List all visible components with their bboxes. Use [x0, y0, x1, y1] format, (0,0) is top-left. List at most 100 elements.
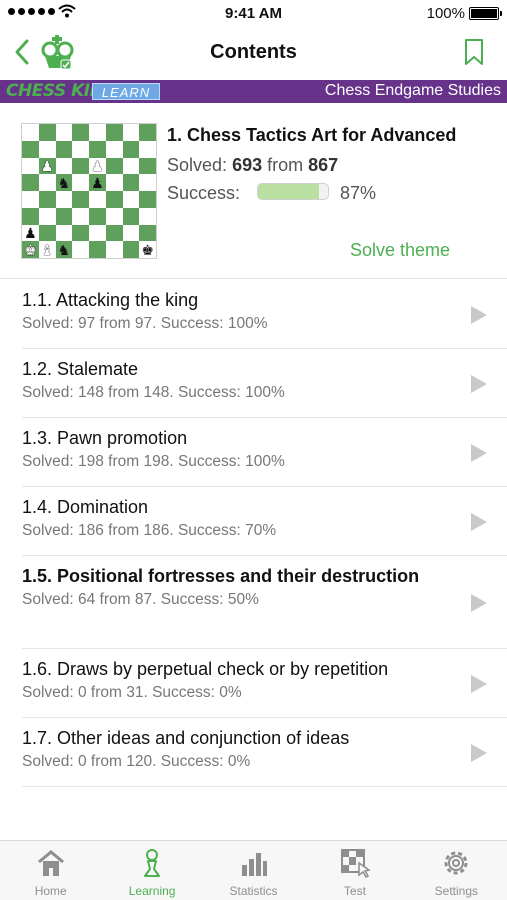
lesson-stats: Solved: 64 from 87. Success: 50%	[22, 591, 259, 608]
board-square	[38, 174, 56, 191]
board-square	[89, 207, 106, 225]
board-square	[55, 124, 73, 141]
play-arrow-icon	[471, 305, 487, 324]
play-arrow-icon	[471, 674, 487, 693]
tab-settings[interactable]: Settings	[406, 841, 507, 900]
battery-icon	[469, 7, 502, 20]
statistics-icon	[238, 847, 270, 879]
total-count: 867	[308, 155, 339, 175]
play-arrow-icon	[471, 443, 487, 462]
lesson-list: 1.1. Attacking the king Solved: 97 from 9…	[0, 280, 507, 787]
list-item[interactable]: 1.3. Pawn promotion Solved: 198 from 198.…	[22, 418, 507, 487]
board-square	[38, 224, 56, 242]
white-pawn-piece: ♟	[91, 157, 104, 174]
tab-home[interactable]: Home	[0, 841, 101, 900]
lesson-title: 1.1. Attacking the king	[22, 290, 199, 310]
board-square	[72, 207, 89, 225]
board-square	[55, 207, 73, 225]
tab-statistics[interactable]: Statistics	[203, 841, 304, 900]
board-square	[72, 241, 89, 258]
black-pawn-piece: ♟	[24, 224, 37, 241]
theme-title: 1. Chess Tactics Art for Advanced	[167, 125, 457, 145]
list-item[interactable]: 1.5. Positional fortresses and their des…	[22, 556, 507, 649]
tab-learning[interactable]: Learning	[101, 841, 202, 900]
board-square	[22, 124, 39, 141]
board-square	[122, 157, 140, 175]
white-bishop-piece: ♝	[40, 241, 54, 258]
lesson-stats: Solved: 186 from 186. Success: 70%	[22, 522, 277, 539]
test-icon	[339, 847, 371, 879]
list-item[interactable]: 1.7. Other ideas and conjunction of idea…	[22, 718, 507, 787]
board-square: ♞	[55, 174, 73, 191]
gear-icon	[440, 847, 472, 879]
board-square	[122, 174, 140, 191]
board-square	[122, 140, 140, 158]
lesson-stats: Solved: 97 from 97. Success: 100%	[22, 315, 268, 332]
success-percent: 87%	[340, 183, 377, 203]
board-square	[38, 124, 56, 141]
board-square: ♚	[22, 241, 39, 258]
board-square	[89, 124, 106, 141]
tab-label: Home	[34, 884, 67, 898]
board-square	[38, 207, 56, 225]
lesson-stats: Solved: 198 from 198. Success: 100%	[22, 453, 285, 470]
board-square	[38, 191, 56, 208]
board-square: ♟	[89, 174, 106, 191]
course-subtitle: Chess Endgame Studies	[324, 82, 501, 99]
theme-solved-stat: Solved: 693 from 867	[167, 155, 338, 176]
tab-bar: Home Learning Statistics Test Settings	[0, 840, 507, 900]
board-square	[22, 174, 39, 191]
lesson-stats: Solved: 148 from 148. Success: 100%	[22, 384, 285, 401]
board-square	[122, 207, 140, 225]
lesson-title: 1.3. Pawn promotion	[22, 428, 188, 448]
board-square	[72, 124, 89, 141]
board-square	[22, 157, 39, 175]
board-square	[22, 140, 39, 158]
white-king-piece: ♚	[24, 241, 37, 258]
bookmark-icon[interactable]	[463, 38, 485, 66]
board-square	[105, 124, 123, 141]
board-square	[89, 191, 106, 208]
lesson-title: 1.5. Positional fortresses and their des…	[22, 566, 420, 586]
board-square	[139, 207, 156, 225]
solve-theme-button[interactable]: Solve theme	[350, 240, 450, 261]
board-square	[55, 140, 73, 158]
lesson-title: 1.6. Draws by perpetual check or by repe…	[22, 659, 389, 679]
board-square: ♞	[55, 241, 73, 258]
lesson-stats: Solved: 0 from 120. Success: 0%	[22, 753, 251, 770]
board-square: ♟	[38, 157, 56, 175]
board-square	[105, 241, 123, 258]
chess-board-preview: ♟ ♟ ♞ ♟ ♟ ♚ ♝ ♞ ♚	[21, 123, 157, 259]
board-square	[72, 157, 89, 175]
tab-label: Learning	[128, 884, 176, 898]
board-square	[105, 191, 123, 208]
play-arrow-icon	[471, 374, 487, 393]
black-king-piece: ♚	[141, 241, 154, 258]
board-square	[139, 191, 156, 208]
tab-test[interactable]: Test	[304, 841, 405, 900]
board-square	[22, 191, 39, 208]
board-square	[139, 224, 156, 242]
board-square	[89, 241, 106, 258]
lesson-stats: Solved: 0 from 31. Success: 0%	[22, 684, 242, 701]
black-knight-piece: ♞	[57, 174, 71, 191]
navigation-bar: Contents	[0, 28, 507, 78]
board-square	[139, 174, 156, 191]
board-square: ♝	[38, 241, 56, 258]
white-pawn-piece: ♟	[40, 157, 54, 174]
list-item[interactable]: 1.2. Stalemate Solved: 148 from 148. Succ…	[22, 349, 507, 418]
board-square	[122, 191, 140, 208]
list-item[interactable]: 1.4. Domination Solved: 186 from 186. Suc…	[22, 487, 507, 556]
success-progress-bar	[257, 183, 329, 200]
list-item[interactable]: 1.6. Draws by perpetual check or by repe…	[22, 649, 507, 718]
lesson-title: 1.4. Domination	[22, 497, 149, 517]
board-square	[89, 140, 106, 158]
pawn-icon	[136, 847, 168, 879]
board-square	[72, 224, 89, 242]
black-pawn-piece: ♟	[91, 174, 104, 191]
solved-label: Solved:	[167, 155, 228, 175]
board-square	[22, 207, 39, 225]
board-square	[139, 124, 156, 141]
list-item[interactable]: 1.1. Attacking the king Solved: 97 from 9…	[22, 280, 507, 349]
board-square	[139, 140, 156, 158]
